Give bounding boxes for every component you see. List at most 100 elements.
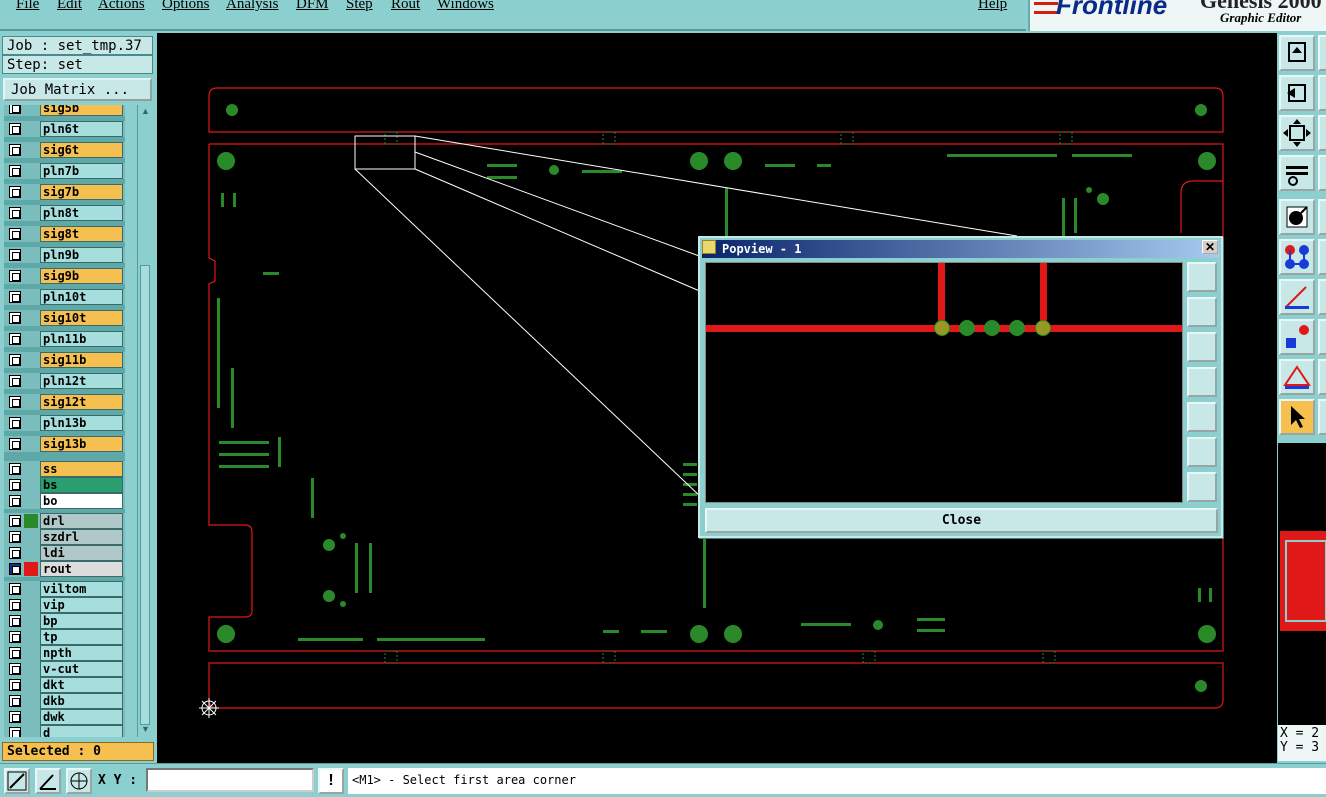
menu-analysis[interactable]: Analysis [226, 0, 279, 13]
layer-checkbox[interactable] [9, 186, 21, 198]
menu-actions[interactable]: Actions [98, 0, 145, 13]
menu-options[interactable]: Options [162, 0, 210, 13]
layer-checkbox[interactable] [9, 333, 21, 345]
layer-checkbox[interactable] [9, 396, 21, 408]
menu-file[interactable]: File [16, 0, 39, 13]
layer-row[interactable]: sig12t [4, 394, 125, 410]
layer-row[interactable]: vip [4, 597, 125, 613]
layer-row[interactable]: ss [4, 461, 125, 477]
layer-row[interactable]: sig6t [4, 142, 125, 158]
toolbar-extra-6[interactable] [1318, 239, 1326, 275]
layer-row[interactable]: dwk [4, 709, 125, 725]
layer-row[interactable]: sig5b [4, 105, 125, 116]
layer-checkbox[interactable] [9, 563, 21, 575]
zoom-page-up-icon[interactable] [1279, 35, 1315, 71]
info-button[interactable]: ! [318, 768, 344, 794]
layer-checkbox[interactable] [9, 615, 21, 627]
grid-icon[interactable] [66, 768, 92, 794]
layer-row[interactable]: d [4, 725, 125, 737]
layer-row[interactable]: sig10t [4, 310, 125, 326]
zoom-out-icon[interactable] [1187, 437, 1217, 467]
menu-windows[interactable]: Windows [437, 0, 494, 13]
layer-checkbox[interactable] [9, 631, 21, 643]
select-feature-icon[interactable] [1279, 199, 1315, 235]
layer-row[interactable]: pln8t [4, 205, 125, 221]
toolbar-extra-7[interactable] [1318, 279, 1326, 315]
layer-checkbox[interactable] [9, 547, 21, 559]
job-matrix-button[interactable]: Job Matrix ... [3, 78, 152, 101]
zoom-fit-icon[interactable] [1187, 472, 1217, 502]
layer-checkbox[interactable] [9, 463, 21, 475]
layer-checkbox[interactable] [9, 727, 21, 737]
layer-row[interactable]: sig9b [4, 268, 125, 284]
layer-row[interactable]: szdrl [4, 529, 125, 545]
toolbar-extra-3[interactable] [1318, 115, 1326, 151]
layer-row[interactable]: viltom [4, 581, 125, 597]
layer-checkbox[interactable] [9, 647, 21, 659]
zoom-in-icon[interactable] [1187, 262, 1217, 292]
layer-checkbox[interactable] [9, 515, 21, 527]
layer-checkbox[interactable] [9, 249, 21, 261]
layer-checkbox[interactable] [9, 207, 21, 219]
layer-checkbox[interactable] [9, 711, 21, 723]
scroll-thumb[interactable] [140, 265, 150, 725]
menu-edit[interactable]: Edit [57, 0, 82, 13]
layer-checkbox[interactable] [9, 438, 21, 450]
toolbar-extra-9[interactable] [1318, 359, 1326, 395]
pointer-icon[interactable] [1279, 399, 1315, 435]
layer-row[interactable]: drl [4, 513, 125, 529]
pan-down-icon[interactable] [1187, 332, 1217, 362]
toolbar-extra-1[interactable] [1318, 35, 1326, 71]
pan-left-icon[interactable] [1279, 75, 1315, 111]
settings-icon[interactable] [1279, 155, 1315, 191]
toolbar-extra-5[interactable] [1318, 199, 1326, 235]
layer-checkbox[interactable] [9, 105, 21, 114]
connect-pads-icon[interactable] [1279, 239, 1315, 275]
measure-angle-icon[interactable] [35, 768, 61, 794]
layer-row[interactable]: tp [4, 629, 125, 645]
layer-row[interactable]: dkb [4, 693, 125, 709]
toolbar-extra-2[interactable] [1318, 75, 1326, 111]
toolbar-extra-10[interactable] [1318, 399, 1326, 435]
layer-row[interactable]: v-cut [4, 661, 125, 677]
layer-row[interactable]: dkt [4, 677, 125, 693]
menu-rout[interactable]: Rout [391, 0, 420, 13]
layer-row[interactable]: bo [4, 493, 125, 509]
popview-canvas[interactable] [705, 262, 1183, 503]
menu-help[interactable]: Help [978, 0, 1007, 13]
layer-checkbox[interactable] [9, 583, 21, 595]
popview-close-button[interactable]: Close [705, 508, 1218, 533]
menu-dfm[interactable]: DFM [296, 0, 329, 13]
overview-map[interactable] [1278, 443, 1326, 743]
layer-checkbox[interactable] [9, 291, 21, 303]
scroll-down-icon[interactable]: ▼ [139, 724, 152, 736]
layer-row[interactable]: sig11b [4, 352, 125, 368]
layer-row[interactable]: pln6t [4, 121, 125, 137]
xy-input[interactable] [146, 768, 314, 792]
layer-row[interactable]: sig8t [4, 226, 125, 242]
zoom-fit-icon[interactable] [1279, 115, 1315, 151]
layer-row[interactable]: sig13b [4, 436, 125, 452]
layer-checkbox[interactable] [9, 375, 21, 387]
layer-checkbox[interactable] [9, 531, 21, 543]
layer-checkbox[interactable] [9, 663, 21, 675]
zoom-area-icon[interactable] [4, 768, 30, 794]
menu-step[interactable]: Step [346, 0, 373, 13]
layer-checkbox[interactable] [9, 312, 21, 324]
close-icon[interactable]: ✕ [1202, 240, 1218, 254]
layer-checkbox[interactable] [9, 417, 21, 429]
layer-row[interactable]: ldi [4, 545, 125, 561]
layer-checkbox[interactable] [9, 123, 21, 135]
scroll-up-icon[interactable]: ▲ [139, 106, 152, 118]
layer-row[interactable]: pln9b [4, 247, 125, 263]
layer-row[interactable]: bs [4, 477, 125, 493]
layer-checkbox[interactable] [9, 144, 21, 156]
measure-icon[interactable] [1279, 359, 1315, 395]
layer-row[interactable]: sig7b [4, 184, 125, 200]
layer-row[interactable]: pln7b [4, 163, 125, 179]
layer-checkbox[interactable] [9, 354, 21, 366]
toolbar-extra-4[interactable] [1318, 155, 1326, 191]
layer-checkbox[interactable] [9, 270, 21, 282]
layer-row[interactable]: pln10t [4, 289, 125, 305]
pad-edit-icon[interactable] [1279, 319, 1315, 355]
